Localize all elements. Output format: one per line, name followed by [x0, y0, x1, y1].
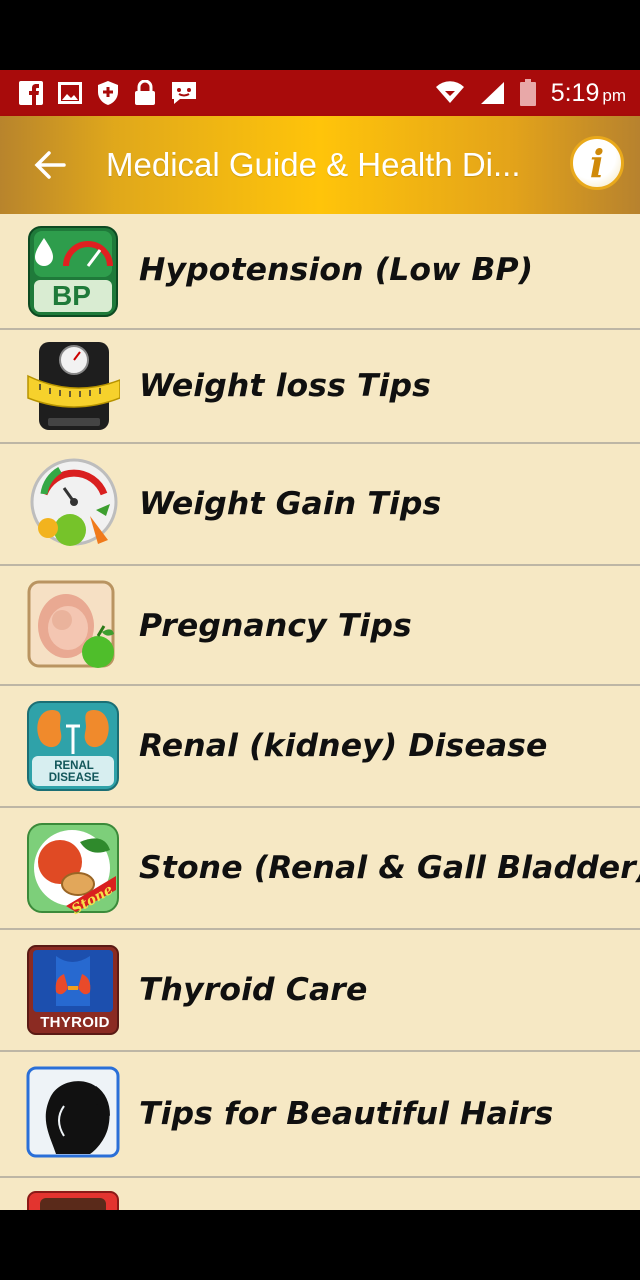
list-item-label: Hypotension (Low BP)	[139, 252, 534, 288]
info-icon: i	[589, 140, 605, 186]
list-item-stone[interactable]: Stone Stone (Renal & Gall Bladder)	[0, 808, 640, 930]
kidney-icon-text: RENAL DISEASE	[48, 760, 100, 784]
notification-icons	[0, 80, 198, 106]
pregnancy-apple-icon	[27, 580, 115, 668]
list-item-label: Weight loss Tips	[139, 368, 431, 404]
list-item-weight-loss[interactable]: Weight loss Tips	[0, 330, 640, 444]
chat-icon	[172, 82, 196, 104]
app-bar: Medical Guide & Health Di... i	[0, 116, 640, 214]
list-item-pregnancy[interactable]: Pregnancy Tips	[0, 566, 640, 686]
facebook-icon	[19, 81, 43, 105]
clock-time: 5:19	[550, 78, 600, 107]
list-item-thyroid[interactable]: THYROID Thyroid Care	[0, 930, 640, 1052]
battery-icon	[519, 79, 536, 106]
list-item-weight-gain[interactable]: Weight Gain Tips	[0, 444, 640, 566]
clock-ampm: pm	[602, 85, 626, 105]
back-button[interactable]	[26, 141, 74, 189]
list-item-renal-disease[interactable]: RENAL DISEASE Renal (kidney) Disease	[0, 686, 640, 808]
partial-item-icon	[27, 1191, 119, 1210]
info-button[interactable]: i	[570, 136, 624, 190]
shield-icon	[98, 81, 118, 105]
list-item-hair[interactable]: Tips for Beautiful Hairs	[0, 1052, 640, 1178]
arrow-left-icon	[34, 151, 66, 179]
list-item-hypotension[interactable]: BP Hypotension (Low BP)	[0, 214, 640, 330]
list-item-label: Stone (Renal & Gall Bladder)	[139, 850, 640, 886]
status-bar: 5:19 pm	[0, 70, 640, 116]
clock: 5:19 pm	[551, 79, 626, 108]
top-black-bar	[0, 0, 640, 70]
bottom-black-bar	[0, 1210, 640, 1280]
gallery-icon	[58, 82, 82, 104]
scale-tape-icon	[27, 342, 120, 430]
bp-icon-text: BP	[52, 280, 91, 311]
hair-silhouette-icon	[26, 1066, 120, 1158]
wifi-icon	[435, 81, 464, 103]
list-item-partial[interactable]	[0, 1178, 640, 1210]
signal-icon	[480, 82, 504, 104]
list-item-label: Renal (kidney) Disease	[139, 728, 548, 764]
app-title: Medical Guide & Health Di...	[106, 146, 521, 183]
gauge-fruits-icon	[30, 458, 118, 546]
system-status: 5:19 pm	[435, 79, 640, 108]
topic-list: BP Hypotension (Low BP) Weight loss Tips…	[0, 214, 640, 1210]
thyroid-label-overlay: THYROID	[40, 1014, 110, 1031]
list-item-label: Weight Gain Tips	[139, 486, 442, 522]
list-item-label: Pregnancy Tips	[139, 608, 412, 644]
list-item-label: Tips for Beautiful Hairs	[139, 1096, 554, 1132]
lock-icon	[135, 80, 155, 105]
list-item-label: Thyroid Care	[139, 972, 368, 1008]
